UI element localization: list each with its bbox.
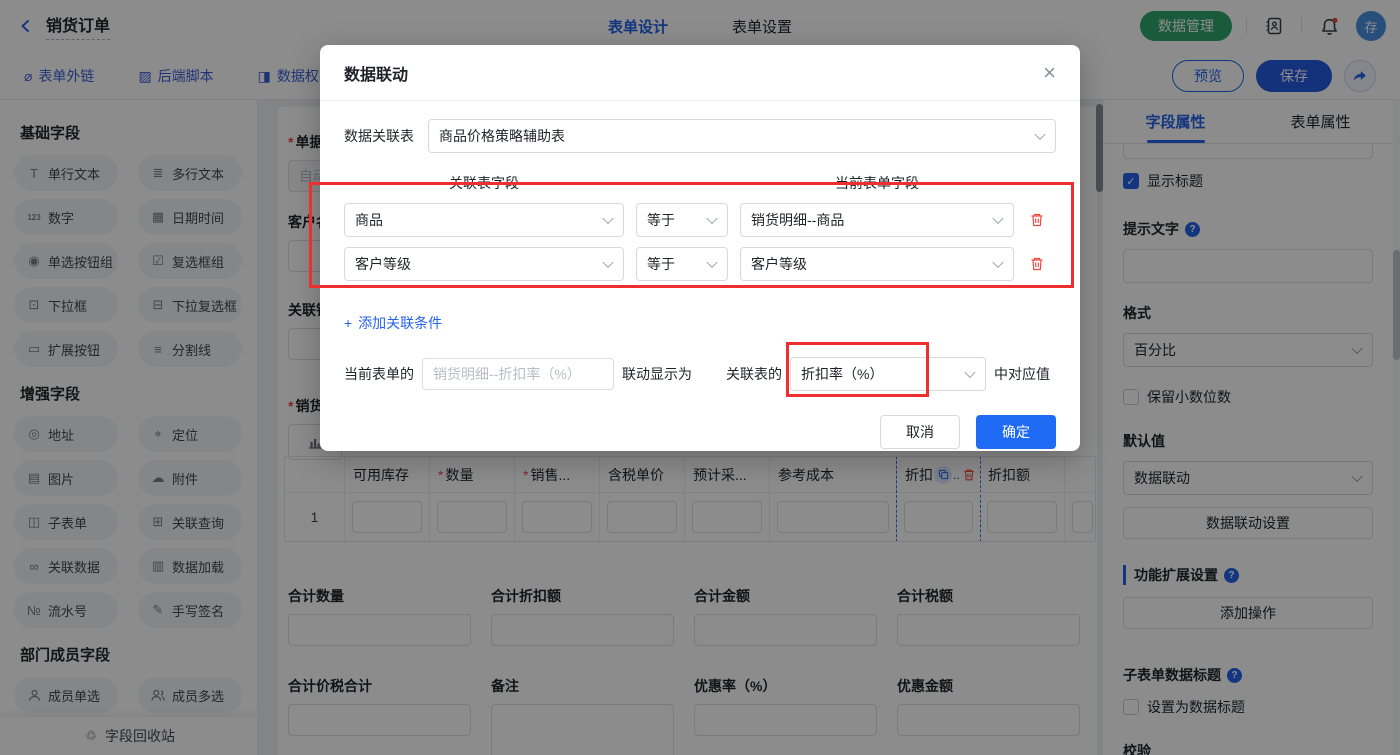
linked-field-select[interactable]: 折扣率（%） — [790, 357, 986, 391]
condition-operator-select[interactable]: 等于 — [636, 203, 728, 237]
condition-operator-value: 等于 — [647, 212, 675, 228]
app-window: 销货订单 表单设计 表单设置 数据管理 存 ⌀ 表单外链 ▨ 后端脚本 ◨ 数据… — [0, 0, 1400, 755]
modal-header: 数据联动 × — [320, 45, 1080, 101]
trash-icon — [1031, 257, 1043, 271]
modal-body: 数据关联表 商品价格策略辅助表 关联表字段 当前表单字段 商品 等于 销货明细-… — [320, 101, 1080, 449]
condition-left-value: 客户等级 — [355, 256, 411, 272]
current-form-prefix: 当前表单的 — [344, 366, 414, 382]
plus-icon: + — [344, 315, 353, 331]
add-condition-button[interactable]: + 添加关联条件 — [344, 313, 1056, 333]
linked-table-value: 商品价格策略辅助表 — [439, 128, 565, 144]
condition-left-select[interactable]: 客户等级 — [344, 247, 624, 281]
trash-icon — [1031, 213, 1043, 227]
condition-headers: 关联表字段 当前表单字段 — [344, 173, 1056, 193]
corresponding-value-label: 中对应值 — [994, 366, 1050, 382]
condition-right-value: 客户等级 — [751, 256, 807, 272]
condition-operator-value: 等于 — [647, 256, 675, 272]
condition-right-value: 销货明细--商品 — [751, 212, 845, 228]
condition-right-select[interactable]: 销货明细--商品 — [740, 203, 1014, 237]
add-condition-label: 添加关联条件 — [358, 315, 443, 331]
delete-condition-button[interactable] — [1026, 256, 1048, 272]
current-form-column-header: 当前表单字段 — [835, 175, 919, 191]
condition-operator-select[interactable]: 等于 — [636, 247, 728, 281]
modal-title: 数据联动 — [344, 66, 409, 84]
display-as-label: 联动显示为 — [622, 366, 692, 382]
close-icon[interactable]: × — [1043, 61, 1056, 84]
linked-table-label: 数据关联表 — [344, 128, 414, 144]
linked-table-row: 数据关联表 商品价格策略辅助表 — [344, 119, 1056, 153]
linked-field-column-header: 关联表字段 — [449, 175, 519, 191]
of-table-label: 关联表的 — [726, 366, 782, 382]
condition-left-value: 商品 — [355, 212, 383, 228]
linked-field-value: 折扣率（%） — [801, 366, 884, 382]
confirm-button[interactable]: 确定 — [976, 415, 1056, 449]
linked-table-select[interactable]: 商品价格策略辅助表 — [428, 119, 1056, 153]
current-field-input[interactable] — [422, 358, 614, 390]
condition-row: 客户等级 等于 客户等级 — [344, 247, 1056, 281]
mapping-row: 当前表单的 联动显示为 关联表的 折扣率（%） 中对应值 — [344, 357, 1056, 391]
condition-row: 商品 等于 销货明细--商品 — [344, 203, 1056, 237]
cancel-button[interactable]: 取消 — [880, 415, 960, 449]
modal-footer: 取消 确定 — [344, 415, 1056, 449]
data-linkage-modal: 数据联动 × 数据关联表 商品价格策略辅助表 关联表字段 当前表单字段 商品 等… — [320, 45, 1080, 451]
condition-left-select[interactable]: 商品 — [344, 203, 624, 237]
condition-right-select[interactable]: 客户等级 — [740, 247, 1014, 281]
delete-condition-button[interactable] — [1026, 212, 1048, 228]
